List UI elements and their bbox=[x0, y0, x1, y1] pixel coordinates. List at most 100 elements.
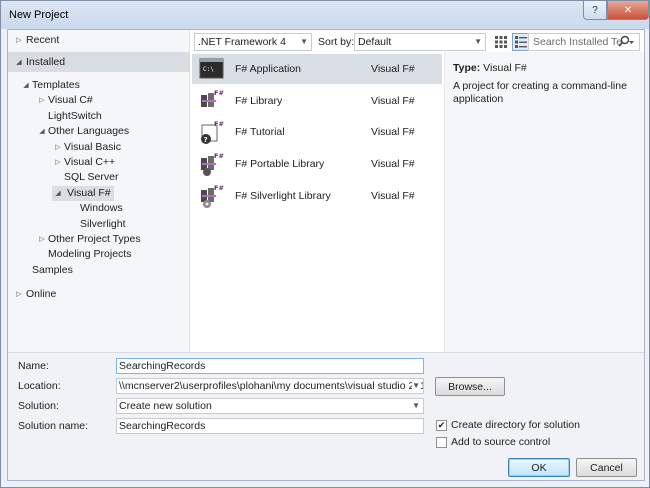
tree-item-modeling-projects[interactable]: Modeling Projects bbox=[36, 247, 131, 262]
tree-item-label: Visual F# bbox=[67, 186, 111, 199]
dropdown-arrow-icon[interactable]: ▼ bbox=[412, 381, 420, 390]
sort-by-label: Sort by: bbox=[318, 36, 355, 48]
solution-dropdown[interactable]: Create new solution ▼ bbox=[116, 398, 424, 414]
template-toolbar: .NET Framework 4 ▼ Sort by: Default ▼ Se… bbox=[190, 30, 646, 52]
dialog-client-area: ▷ Recent ◢ Installed ◢ Templates ▷ Visual C… bbox=[7, 29, 645, 481]
tree-item-visual-f-[interactable]: ◢ Visual F# bbox=[52, 185, 114, 201]
template-language: Visual F# bbox=[371, 94, 415, 107]
ok-button[interactable]: OK bbox=[508, 458, 570, 477]
chevron-right-icon[interactable]: ▷ bbox=[12, 290, 26, 298]
chevron-down-icon[interactable]: ◢ bbox=[20, 78, 32, 93]
template-list: C:\ F# Application Visual F# F# F# Library Vi… bbox=[190, 54, 444, 352]
tutorial-icon: F#? bbox=[199, 119, 224, 145]
template-name: F# Application bbox=[235, 63, 301, 75]
console-app-icon: C:\ bbox=[199, 56, 224, 82]
silverlight-library-icon: F# bbox=[199, 183, 224, 209]
tree-item-samples[interactable]: Samples bbox=[20, 263, 73, 278]
framework-dropdown[interactable]: .NET Framework 4 ▼ bbox=[194, 33, 312, 51]
section-recent[interactable]: ▷ Recent bbox=[8, 30, 190, 50]
chevron-right-icon[interactable]: ▷ bbox=[52, 155, 64, 170]
location-value: \\mcnserver2\userprofiles\plohani\my doc… bbox=[119, 380, 424, 392]
tree-item-label: Visual C# bbox=[48, 94, 93, 107]
tree-item-windows[interactable]: Windows bbox=[68, 201, 123, 216]
tree-item-other-languages[interactable]: ◢ Other Languages bbox=[36, 124, 129, 139]
grid-view-icon bbox=[495, 36, 507, 48]
template-item-f-tutorial[interactable]: F#? F# Tutorial Visual F# bbox=[192, 117, 442, 147]
framework-value: .NET Framework 4 bbox=[198, 36, 286, 48]
template-info-panel: Type: Visual F# A project for creating a… bbox=[444, 52, 644, 352]
tree-item-other-project-types[interactable]: ▷ Other Project Types bbox=[36, 232, 140, 247]
info-type-value: Visual F# bbox=[483, 62, 527, 74]
name-label: Name: bbox=[18, 360, 49, 372]
svg-text:F#: F# bbox=[214, 184, 224, 192]
search-icon[interactable] bbox=[617, 35, 635, 52]
source-control-label: Add to source control bbox=[451, 436, 551, 448]
tree-item-label: Windows bbox=[80, 202, 123, 215]
browse-button[interactable]: Browse... bbox=[435, 377, 505, 396]
location-combobox[interactable]: \\mcnserver2\userprofiles\plohani\my doc… bbox=[116, 378, 424, 394]
create-directory-checkbox[interactable]: ✔ bbox=[436, 419, 447, 431]
tree-item-label: Visual C++ bbox=[64, 156, 116, 168]
template-item-f-portable-library[interactable]: F# F# Portable Library Visual F# bbox=[192, 149, 442, 179]
tree-item-silverlight[interactable]: Silverlight bbox=[68, 217, 126, 232]
sort-value: Default bbox=[358, 36, 392, 48]
tree-item-label: Modeling Projects bbox=[48, 248, 132, 261]
window-title: New Project bbox=[9, 9, 69, 21]
tree-item-lightswitch[interactable]: LightSwitch bbox=[36, 109, 102, 124]
search-installed-input[interactable]: Search Installed Te bbox=[528, 33, 640, 51]
close-button[interactable]: ✕ bbox=[607, 1, 649, 20]
tree-item-visual-basic[interactable]: ▷ Visual Basic bbox=[52, 140, 121, 155]
chevron-right-icon[interactable]: ▷ bbox=[36, 232, 48, 247]
info-type-label: Type: bbox=[453, 62, 481, 74]
template-language: Visual F# bbox=[371, 189, 415, 202]
chevron-right-icon[interactable]: ▷ bbox=[12, 36, 26, 44]
create-directory-option[interactable]: ✔ Create directory for solution bbox=[436, 419, 580, 431]
svg-text:F#: F# bbox=[214, 152, 224, 160]
tree-item-visual-c-[interactable]: ▷ Visual C# bbox=[36, 93, 93, 108]
section-online[interactable]: ▷ Online bbox=[8, 284, 190, 304]
section-installed[interactable]: ◢ Installed bbox=[8, 52, 190, 72]
sort-dropdown[interactable]: Default ▼ bbox=[354, 33, 486, 51]
source-control-checkbox[interactable] bbox=[436, 436, 447, 448]
project-name-input[interactable]: SearchingRecords bbox=[116, 358, 424, 374]
solution-value: Create new solution bbox=[119, 400, 212, 412]
dropdown-arrow-icon[interactable]: ▼ bbox=[412, 401, 420, 410]
cancel-button[interactable]: Cancel bbox=[576, 458, 637, 477]
info-description: A project for creating a command-line ap… bbox=[453, 80, 627, 105]
template-name: F# Tutorial bbox=[235, 126, 285, 139]
chevron-right-icon[interactable]: ▷ bbox=[36, 93, 48, 108]
template-item-f-silverlight-library[interactable]: F# F# Silverlight Library Visual F# bbox=[192, 181, 442, 211]
section-online-label: Online bbox=[26, 288, 57, 300]
medium-icons-view-button[interactable] bbox=[492, 33, 510, 51]
dropdown-arrow-icon: ▼ bbox=[300, 37, 308, 46]
new-project-dialog: New Project ? ✕ ▷ Recent ◢ Installed ◢ Te… bbox=[0, 0, 650, 488]
tree-item-visual-c-[interactable]: ▷ Visual C++ bbox=[52, 155, 115, 170]
tree-item-templates[interactable]: ◢ Templates bbox=[20, 78, 80, 93]
title-bar: New Project ? ✕ bbox=[1, 1, 649, 29]
solution-name-input[interactable]: SearchingRecords bbox=[116, 418, 424, 434]
template-name: F# Library bbox=[235, 94, 283, 107]
chevron-right-icon[interactable]: ▷ bbox=[52, 140, 64, 155]
list-view-icon bbox=[515, 36, 527, 48]
dropdown-arrow-icon: ▼ bbox=[474, 37, 482, 46]
template-item-f-library[interactable]: F# F# Library Visual F# bbox=[192, 86, 442, 116]
template-item-f-application[interactable]: C:\ F# Application Visual F# bbox=[192, 54, 442, 84]
help-button[interactable]: ? bbox=[583, 1, 607, 20]
tree-item-label: Other Languages bbox=[48, 125, 130, 138]
chevron-down-icon[interactable]: ◢ bbox=[36, 124, 48, 139]
solution-name-value: SearchingRecords bbox=[119, 420, 206, 432]
template-language: Visual F# bbox=[371, 158, 415, 171]
template-name: F# Silverlight Library bbox=[235, 189, 331, 202]
tree-item-label: LightSwitch bbox=[48, 109, 102, 122]
search-placeholder: Search Installed Te bbox=[533, 36, 623, 48]
solution-name-label: Solution name: bbox=[18, 420, 89, 432]
tree-item-sql-server[interactable]: SQL Server bbox=[52, 170, 118, 185]
source-control-option[interactable]: Add to source control bbox=[436, 436, 550, 448]
chevron-down-icon[interactable]: ◢ bbox=[12, 58, 26, 66]
svg-text:F#: F# bbox=[214, 89, 224, 97]
template-language: Visual F# bbox=[371, 63, 415, 75]
chevron-down-icon[interactable]: ◢ bbox=[52, 186, 64, 201]
project-name-value: SearchingRecords bbox=[119, 360, 206, 372]
template-category-panel: ▷ Recent ◢ Installed ◢ Templates ▷ Visual C… bbox=[8, 30, 190, 352]
portable-library-icon: F# bbox=[199, 151, 224, 177]
